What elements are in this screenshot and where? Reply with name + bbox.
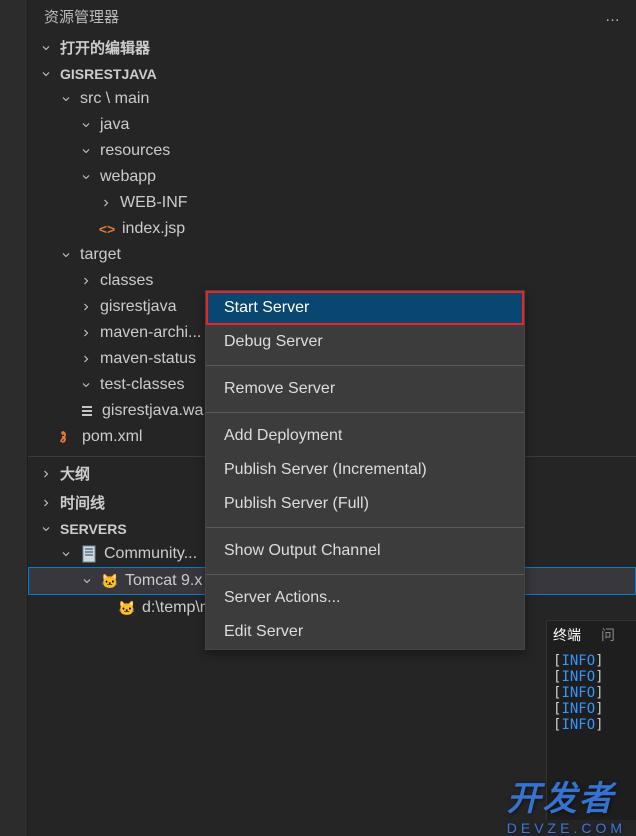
section-project[interactable]: GISRESTJAVA	[28, 62, 636, 86]
timeline-label: 时间线	[60, 492, 105, 513]
menu-server-actions[interactable]: Server Actions...	[206, 581, 524, 615]
menu-show-output[interactable]: Show Output Channel	[206, 534, 524, 568]
folder-target[interactable]: target	[28, 242, 636, 268]
chevron-right-icon	[78, 351, 94, 367]
chevron-right-icon	[78, 299, 94, 315]
folder-label: test-classes	[100, 376, 184, 394]
file-label: gisrestjava.wa...	[102, 402, 217, 420]
server-label: Tomcat 9.x	[125, 572, 202, 590]
file-label: pom.xml	[82, 428, 142, 446]
server-label: Community...	[104, 545, 197, 563]
servers-label: SERVERS	[60, 521, 127, 537]
chevron-down-icon	[78, 377, 94, 393]
chevron-down-icon	[79, 573, 95, 589]
folder-label: maven-status	[100, 350, 196, 368]
section-open-editors[interactable]: 打开的编辑器	[28, 33, 636, 62]
folder-label: webapp	[100, 168, 156, 186]
chevron-down-icon	[38, 66, 54, 82]
folder-label: maven-archi...	[100, 324, 201, 342]
folder-label: src \ main	[80, 90, 149, 108]
file-icon	[78, 402, 96, 420]
tab-problems[interactable]: 问	[601, 625, 615, 645]
panel-header: 资源管理器 …	[28, 0, 636, 33]
terminal-line: [INFO]	[553, 653, 630, 669]
menu-add-deployment[interactable]: Add Deployment	[206, 419, 524, 453]
menu-separator	[206, 527, 524, 528]
folder-webapp[interactable]: webapp	[28, 164, 636, 190]
file-indexjsp[interactable]: <> index.jsp	[28, 216, 636, 242]
server-icon	[80, 545, 98, 563]
menu-remove-server[interactable]: Remove Server	[206, 372, 524, 406]
xml-icon	[58, 428, 76, 446]
chevron-down-icon	[38, 521, 54, 537]
open-editors-label: 打开的编辑器	[60, 37, 150, 58]
chevron-right-icon	[38, 495, 54, 511]
chevron-down-icon	[58, 247, 74, 263]
tomcat-icon: 🐱	[101, 572, 119, 590]
folder-srcmain[interactable]: src \ main	[28, 86, 636, 112]
chevron-down-icon	[78, 169, 94, 185]
folder-label: java	[100, 116, 129, 134]
tab-terminal[interactable]: 终端	[553, 625, 581, 645]
chevron-right-icon	[38, 466, 54, 482]
file-label: index.jsp	[122, 220, 185, 238]
terminal-tabs[interactable]: 终端 问	[553, 625, 630, 645]
folder-resources[interactable]: resources	[28, 138, 636, 164]
chevron-right-icon	[78, 325, 94, 341]
terminal-panel: 终端 问 [INFO] [INFO] [INFO] [INFO] [INFO]	[546, 620, 636, 820]
menu-separator	[206, 365, 524, 366]
folder-label: gisrestjava	[100, 298, 176, 316]
jsp-icon: <>	[98, 220, 116, 238]
menu-edit-server[interactable]: Edit Server	[206, 615, 524, 649]
terminal-line: [INFO]	[553, 669, 630, 685]
chevron-down-icon	[58, 546, 74, 562]
menu-debug-server[interactable]: Debug Server	[206, 325, 524, 359]
folder-label: classes	[100, 272, 153, 290]
chevron-down-icon	[78, 117, 94, 133]
menu-publish-incremental[interactable]: Publish Server (Incremental)	[206, 453, 524, 487]
tomcat-icon: 🐱	[118, 599, 136, 617]
menu-publish-full[interactable]: Publish Server (Full)	[206, 487, 524, 521]
panel-title: 资源管理器	[44, 6, 595, 27]
context-menu: Start Server Debug Server Remove Server …	[205, 290, 525, 650]
folder-label: resources	[100, 142, 170, 160]
chevron-down-icon	[38, 40, 54, 56]
terminal-line: [INFO]	[553, 717, 630, 733]
chevron-right-icon	[98, 195, 114, 211]
more-icon[interactable]: …	[605, 8, 620, 25]
folder-label: WEB-INF	[120, 194, 188, 212]
menu-separator	[206, 412, 524, 413]
folder-label: target	[80, 246, 121, 264]
menu-start-server[interactable]: Start Server	[206, 291, 524, 325]
chevron-right-icon	[78, 273, 94, 289]
chevron-down-icon	[58, 91, 74, 107]
outline-label: 大纲	[60, 463, 90, 484]
activity-bar[interactable]	[0, 0, 28, 836]
menu-separator	[206, 574, 524, 575]
folder-java[interactable]: java	[28, 112, 636, 138]
folder-webinf[interactable]: WEB-INF	[28, 190, 636, 216]
chevron-down-icon	[78, 143, 94, 159]
project-label: GISRESTJAVA	[60, 66, 157, 82]
terminal-line: [INFO]	[553, 701, 630, 717]
terminal-line: [INFO]	[553, 685, 630, 701]
